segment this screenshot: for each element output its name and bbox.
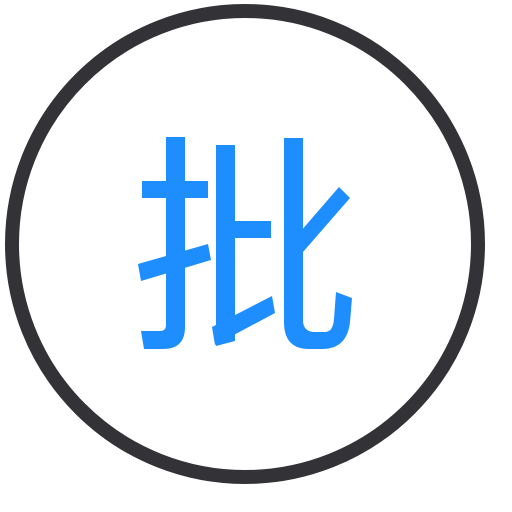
badge-ring <box>5 4 485 484</box>
approve-badge: 批 <box>0 0 512 512</box>
approve-character-icon: 批 <box>5 4 485 484</box>
bi-left-vertical-stroke <box>216 145 235 346</box>
bi-left-horizontal-stroke <box>233 221 271 238</box>
